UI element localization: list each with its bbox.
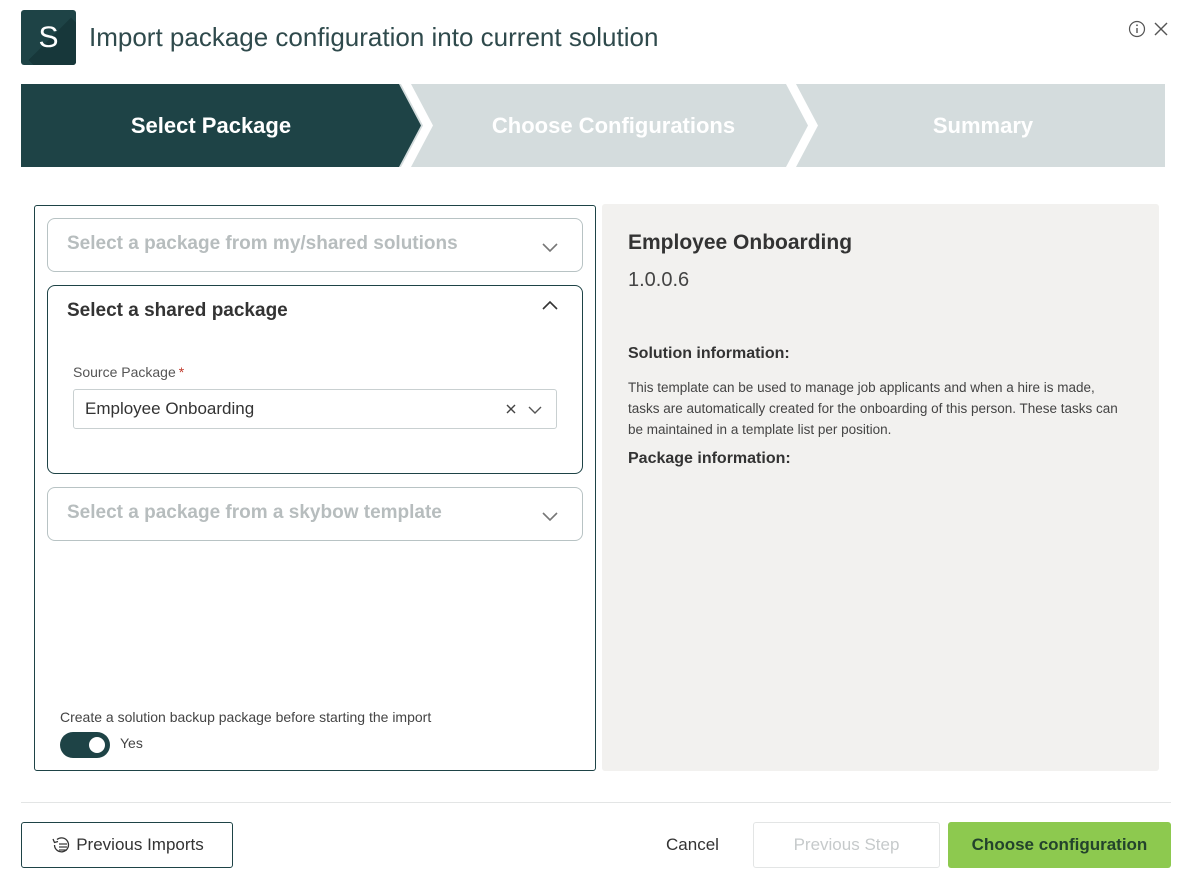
chevron-down-icon[interactable] [540,237,560,257]
step-choose-configurations[interactable]: Choose Configurations [421,84,806,167]
package-info-heading: Package information: [628,450,791,467]
accordion-title: Select a package from my/shared solution… [67,233,458,254]
required-marker: * [178,364,185,380]
backup-toggle[interactable] [60,732,110,758]
backup-toggle-text: Yes [120,735,143,751]
previous-imports-button[interactable]: Previous Imports [21,822,233,868]
chevron-down-icon[interactable] [540,506,560,526]
accordion-my-shared-solutions[interactable]: Select a package from my/shared solution… [47,218,583,272]
footer-divider [21,802,1171,803]
step-summary[interactable]: Summary [801,84,1165,167]
source-package-label: Source Package * [73,364,185,380]
info-icon[interactable] [1128,20,1146,38]
package-details-panel: Employee Onboarding 1.0.0.6 Solution inf… [602,204,1159,771]
history-icon [52,837,70,853]
dialog-title: Import package configuration into curren… [89,22,659,52]
choose-configuration-button[interactable]: Choose configuration [948,822,1171,868]
wizard-stepper: Select Package Choose Configurations Sum… [21,84,1165,167]
source-package-select[interactable]: Employee Onboarding [73,389,557,429]
logo-letter: S [38,21,59,54]
step-select-package[interactable]: Select Package [21,84,421,167]
accordion-title: Select a shared package [67,300,288,321]
toggle-knob [89,737,105,753]
previous-imports-label: Previous Imports [76,835,204,854]
chevron-down-icon[interactable] [526,401,544,419]
accordion-shared-package[interactable]: Select a shared package Source Package * … [47,285,583,474]
dialog-header: S Import package configuration into curr… [21,10,1171,66]
backup-label: Create a solution backup package before … [60,709,432,725]
clear-icon[interactable] [504,402,518,416]
cancel-button[interactable]: Cancel [650,822,735,868]
solution-info-heading: Solution information: [628,345,790,362]
close-icon[interactable] [1152,20,1170,38]
package-selection-panel: Select a package from my/shared solution… [34,205,596,771]
source-package-value: Employee Onboarding [85,399,255,418]
package-name: Employee Onboarding [628,231,853,254]
previous-step-button[interactable]: Previous Step [753,822,940,868]
app-logo: S [21,10,76,65]
package-version: 1.0.0.6 [628,269,690,291]
solution-info-text: This template can be used to manage job … [628,380,1118,437]
accordion-skybow-template[interactable]: Select a package from a skybow template [47,487,583,541]
accordion-title: Select a package from a skybow template [67,502,442,523]
chevron-up-icon[interactable] [540,296,560,316]
